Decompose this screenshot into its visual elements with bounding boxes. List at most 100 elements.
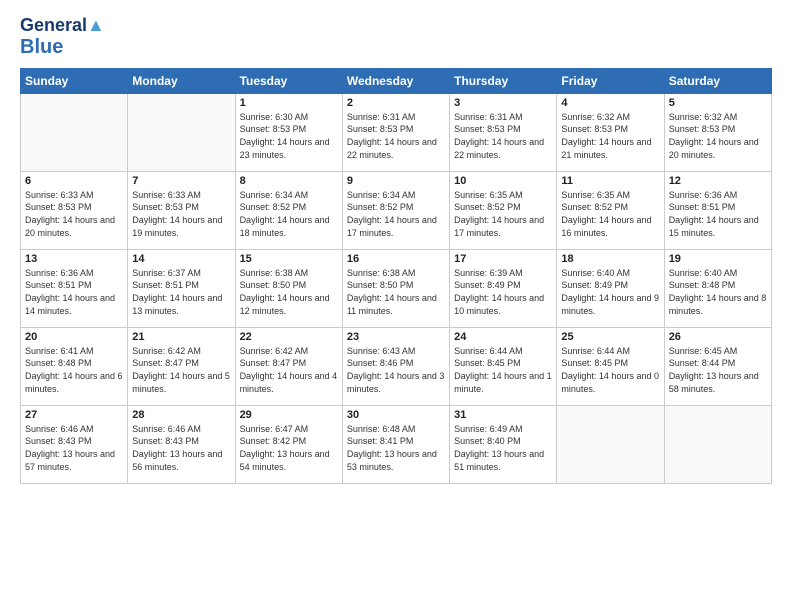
cell-content: Sunrise: 6:46 AMSunset: 8:43 PMDaylight:… <box>25 423 123 473</box>
cell-content: Sunrise: 6:38 AMSunset: 8:50 PMDaylight:… <box>347 267 445 317</box>
cell-content: Sunrise: 6:34 AMSunset: 8:52 PMDaylight:… <box>240 189 338 239</box>
cell-content: Sunrise: 6:30 AMSunset: 8:53 PMDaylight:… <box>240 111 338 161</box>
day-number: 31 <box>454 409 552 421</box>
day-number: 1 <box>240 97 338 109</box>
day-number: 25 <box>561 331 659 343</box>
cell-content: Sunrise: 6:36 AMSunset: 8:51 PMDaylight:… <box>669 189 767 239</box>
cell-content: Sunrise: 6:32 AMSunset: 8:53 PMDaylight:… <box>669 111 767 161</box>
cell-content: Sunrise: 6:42 AMSunset: 8:47 PMDaylight:… <box>240 345 338 395</box>
calendar-cell: 31 Sunrise: 6:49 AMSunset: 8:40 PMDayligh… <box>450 405 557 483</box>
cell-content: Sunrise: 6:42 AMSunset: 8:47 PMDaylight:… <box>132 345 230 395</box>
day-number: 18 <box>561 253 659 265</box>
calendar-cell: 23Sunrise: 6:43 AMSunset: 8:46 PMDayligh… <box>342 327 449 405</box>
calendar-cell: 19 Sunrise: 6:40 AMSunset: 8:48 PMDayligh… <box>664 249 771 327</box>
day-number: 20 <box>25 331 123 343</box>
day-number: 30 <box>347 409 445 421</box>
cell-content: Sunrise: 6:48 AMSunset: 8:41 PMDaylight:… <box>347 423 445 473</box>
calendar-cell: 27 Sunrise: 6:46 AMSunset: 8:43 PMDayligh… <box>21 405 128 483</box>
calendar-cell: 24 Sunrise: 6:44 AMSunset: 8:45 PMDayligh… <box>450 327 557 405</box>
logo-triangle-icon: ▲ <box>87 15 105 35</box>
logo-line1: General▲ <box>20 16 105 36</box>
cell-content: Sunrise: 6:49 AMSunset: 8:40 PMDaylight:… <box>454 423 552 473</box>
col-header-sunday: Sunday <box>21 68 128 93</box>
cell-content: Sunrise: 6:44 AMSunset: 8:45 PMDaylight:… <box>454 345 552 395</box>
calendar-cell: 3 Sunrise: 6:31 AMSunset: 8:53 PMDaylight… <box>450 93 557 171</box>
cell-content: Sunrise: 6:35 AMSunset: 8:52 PMDaylight:… <box>454 189 552 239</box>
cell-content: Sunrise: 6:31 AMSunset: 8:53 PMDaylight:… <box>347 111 445 161</box>
calendar-cell: 15Sunrise: 6:38 AMSunset: 8:50 PMDayligh… <box>235 249 342 327</box>
week-row-2: 6 Sunrise: 6:33 AMSunset: 8:53 PMDaylight… <box>21 171 772 249</box>
calendar-cell: 5 Sunrise: 6:32 AMSunset: 8:53 PMDaylight… <box>664 93 771 171</box>
cell-content: Sunrise: 6:36 AMSunset: 8:51 PMDaylight:… <box>25 267 123 317</box>
day-number: 3 <box>454 97 552 109</box>
col-header-wednesday: Wednesday <box>342 68 449 93</box>
calendar-cell <box>664 405 771 483</box>
col-header-thursday: Thursday <box>450 68 557 93</box>
cell-content: Sunrise: 6:38 AMSunset: 8:50 PMDaylight:… <box>240 267 338 317</box>
cell-content: Sunrise: 6:35 AMSunset: 8:52 PMDaylight:… <box>561 189 659 239</box>
calendar-cell: 14Sunrise: 6:37 AMSunset: 8:51 PMDayligh… <box>128 249 235 327</box>
cell-content: Sunrise: 6:40 AMSunset: 8:48 PMDaylight:… <box>669 267 767 317</box>
calendar-cell: 26 Sunrise: 6:45 AMSunset: 8:44 PMDayligh… <box>664 327 771 405</box>
cell-content: Sunrise: 6:32 AMSunset: 8:53 PMDaylight:… <box>561 111 659 161</box>
day-number: 11 <box>561 175 659 187</box>
cell-content: Sunrise: 6:46 AMSunset: 8:43 PMDaylight:… <box>132 423 230 473</box>
cell-content: Sunrise: 6:45 AMSunset: 8:44 PMDaylight:… <box>669 345 767 395</box>
day-number: 24 <box>454 331 552 343</box>
day-number: 2 <box>347 97 445 109</box>
day-number: 28 <box>132 409 230 421</box>
calendar-cell: 21 Sunrise: 6:42 AMSunset: 8:47 PMDayligh… <box>128 327 235 405</box>
calendar-cell: 12 Sunrise: 6:36 AMSunset: 8:51 PMDayligh… <box>664 171 771 249</box>
day-number: 29 <box>240 409 338 421</box>
calendar-cell <box>128 93 235 171</box>
day-number: 9 <box>347 175 445 187</box>
cell-content: Sunrise: 6:33 AMSunset: 8:53 PMDaylight:… <box>25 189 123 239</box>
calendar-cell: 30 Sunrise: 6:48 AMSunset: 8:41 PMDayligh… <box>342 405 449 483</box>
calendar-cell: 8 Sunrise: 6:34 AMSunset: 8:52 PMDaylight… <box>235 171 342 249</box>
day-number: 26 <box>669 331 767 343</box>
day-number: 6 <box>25 175 123 187</box>
calendar-cell: 4Sunrise: 6:32 AMSunset: 8:53 PMDaylight… <box>557 93 664 171</box>
day-number: 21 <box>132 331 230 343</box>
day-number: 12 <box>669 175 767 187</box>
day-number: 13 <box>25 253 123 265</box>
calendar-cell: 6 Sunrise: 6:33 AMSunset: 8:53 PMDaylight… <box>21 171 128 249</box>
day-number: 16 <box>347 253 445 265</box>
day-number: 5 <box>669 97 767 109</box>
cell-content: Sunrise: 6:39 AMSunset: 8:49 PMDaylight:… <box>454 267 552 317</box>
calendar-cell <box>557 405 664 483</box>
cell-content: Sunrise: 6:40 AMSunset: 8:49 PMDaylight:… <box>561 267 659 317</box>
cell-content: Sunrise: 6:34 AMSunset: 8:52 PMDaylight:… <box>347 189 445 239</box>
header-row: SundayMondayTuesdayWednesdayThursdayFrid… <box>21 68 772 93</box>
day-number: 8 <box>240 175 338 187</box>
day-number: 17 <box>454 253 552 265</box>
calendar-cell: 28 Sunrise: 6:46 AMSunset: 8:43 PMDayligh… <box>128 405 235 483</box>
cell-content: Sunrise: 6:33 AMSunset: 8:53 PMDaylight:… <box>132 189 230 239</box>
logo-line2: Blue <box>20 36 63 58</box>
calendar-cell: 29 Sunrise: 6:47 AMSunset: 8:42 PMDayligh… <box>235 405 342 483</box>
col-header-saturday: Saturday <box>664 68 771 93</box>
calendar-cell: 9 Sunrise: 6:34 AMSunset: 8:52 PMDaylight… <box>342 171 449 249</box>
calendar-cell: 25 Sunrise: 6:44 AMSunset: 8:45 PMDayligh… <box>557 327 664 405</box>
day-number: 23 <box>347 331 445 343</box>
calendar-cell: 7 Sunrise: 6:33 AMSunset: 8:53 PMDaylight… <box>128 171 235 249</box>
calendar-cell: 1 Sunrise: 6:30 AMSunset: 8:53 PMDaylight… <box>235 93 342 171</box>
cell-content: Sunrise: 6:31 AMSunset: 8:53 PMDaylight:… <box>454 111 552 161</box>
day-number: 14 <box>132 253 230 265</box>
day-number: 27 <box>25 409 123 421</box>
cell-content: Sunrise: 6:47 AMSunset: 8:42 PMDaylight:… <box>240 423 338 473</box>
week-row-5: 27 Sunrise: 6:46 AMSunset: 8:43 PMDayligh… <box>21 405 772 483</box>
calendar-cell: 22Sunrise: 6:42 AMSunset: 8:47 PMDayligh… <box>235 327 342 405</box>
calendar-cell: 10Sunrise: 6:35 AMSunset: 8:52 PMDayligh… <box>450 171 557 249</box>
calendar-cell: 11 Sunrise: 6:35 AMSunset: 8:52 PMDayligh… <box>557 171 664 249</box>
page: General▲ Blue SundayMondayTuesdayWednesd… <box>0 0 792 494</box>
calendar-cell: 13 Sunrise: 6:36 AMSunset: 8:51 PMDayligh… <box>21 249 128 327</box>
col-header-tuesday: Tuesday <box>235 68 342 93</box>
calendar-cell: 20Sunrise: 6:41 AMSunset: 8:48 PMDayligh… <box>21 327 128 405</box>
day-number: 7 <box>132 175 230 187</box>
cell-content: Sunrise: 6:44 AMSunset: 8:45 PMDaylight:… <box>561 345 659 395</box>
header: General▲ Blue <box>20 16 772 58</box>
col-header-friday: Friday <box>557 68 664 93</box>
week-row-3: 13 Sunrise: 6:36 AMSunset: 8:51 PMDayligh… <box>21 249 772 327</box>
day-number: 19 <box>669 253 767 265</box>
